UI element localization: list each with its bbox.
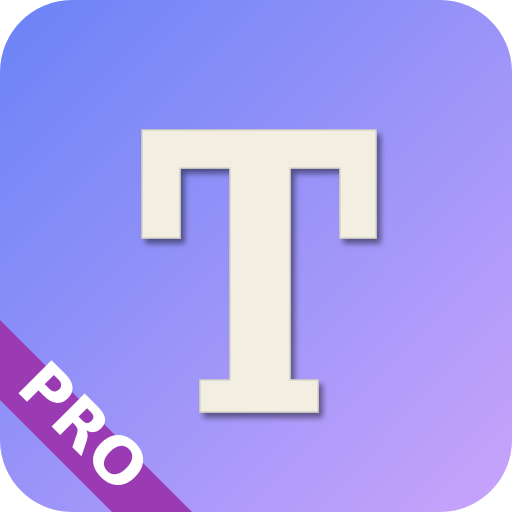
app-icon[interactable]: PRO T [0,0,512,512]
